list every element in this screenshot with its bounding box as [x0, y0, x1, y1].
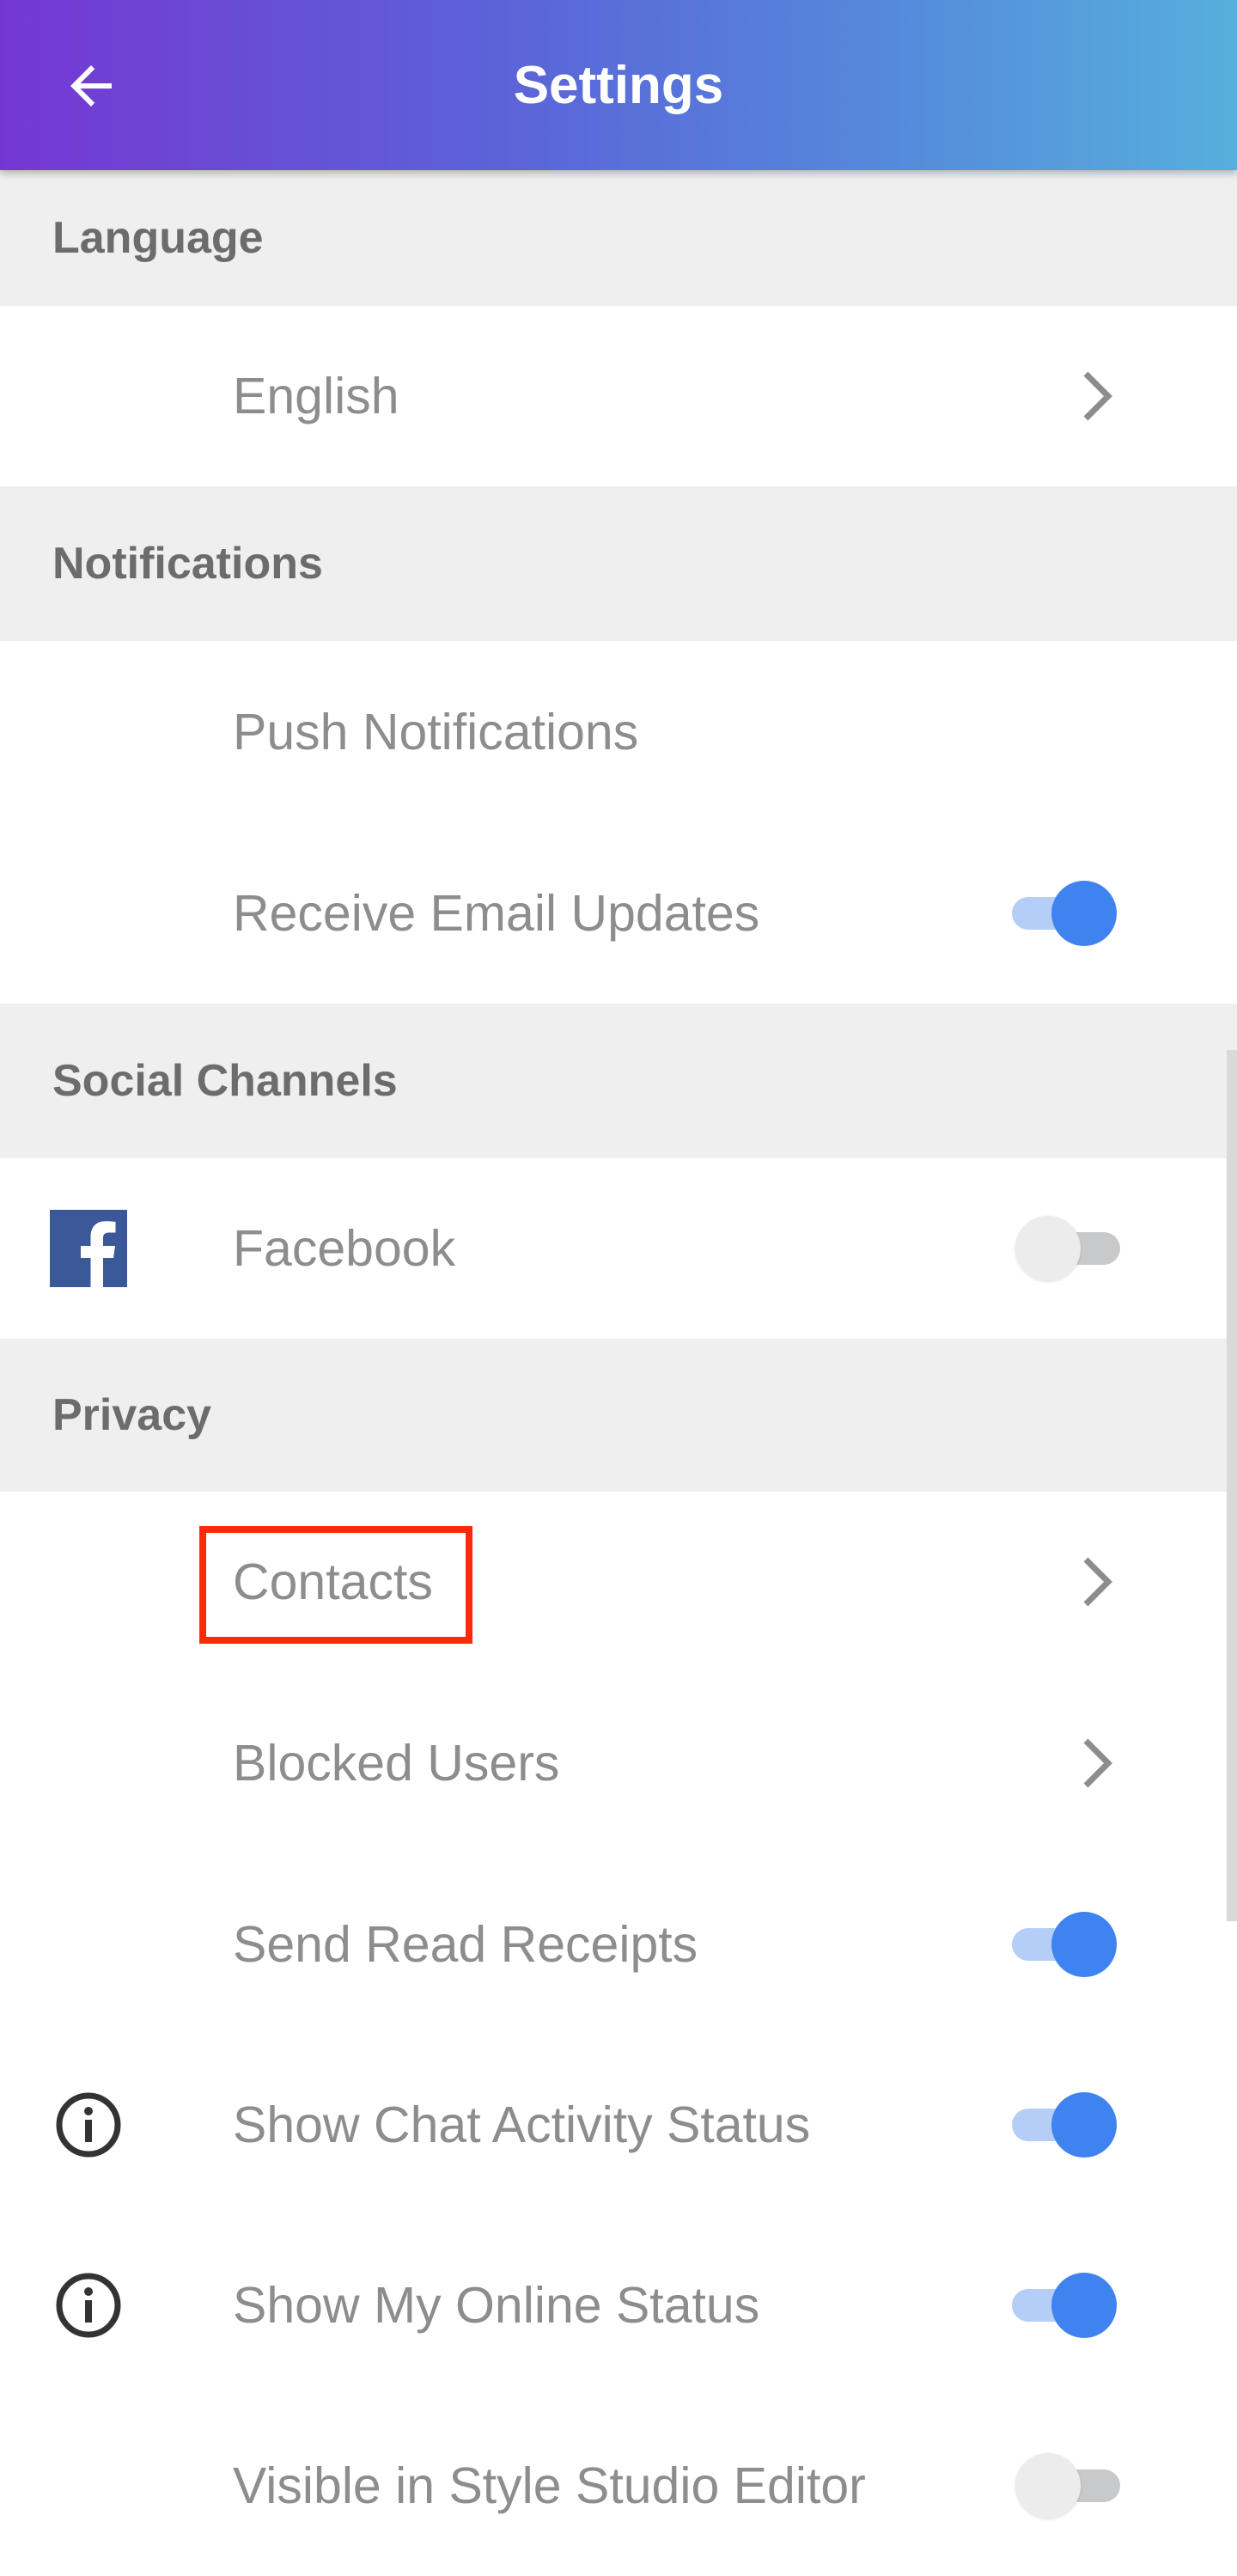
page-title: Settings — [513, 55, 724, 115]
row-language-english[interactable]: English — [0, 306, 1237, 486]
toggle-thumb — [1051, 1912, 1117, 1977]
chevron-right-icon — [1083, 1738, 1112, 1788]
row-label: Push Notifications — [233, 704, 639, 760]
row-label: Show Chat Activity Status — [233, 2097, 811, 2153]
row-receive-email-updates[interactable]: Receive Email Updates — [0, 823, 1237, 1004]
row-label: Visible in Style Studio Editor — [233, 2457, 866, 2514]
row-show-my-online-status[interactable]: Show My Online Status — [0, 2215, 1237, 2396]
back-button[interactable] — [50, 45, 132, 127]
row-label: English — [233, 368, 399, 424]
row-show-chat-activity-status[interactable]: Show Chat Activity Status — [0, 2035, 1237, 2215]
section-header-notifications: Notifications — [0, 486, 1237, 641]
toggle-thumb — [1051, 2092, 1117, 2158]
facebook-toggle[interactable] — [1015, 1216, 1127, 1281]
row-label: Receive Email Updates — [233, 885, 760, 942]
row-facebook[interactable]: Facebook — [0, 1158, 1237, 1339]
toggle-thumb — [1015, 2453, 1081, 2518]
style-studio-visibility-toggle[interactable] — [1015, 2453, 1127, 2518]
info-icon[interactable] — [50, 2086, 127, 2164]
facebook-icon — [50, 1210, 127, 1287]
chevron-right-icon — [1083, 371, 1112, 421]
email-updates-toggle[interactable] — [1005, 881, 1117, 946]
read-receipts-toggle[interactable] — [1005, 1912, 1117, 1977]
section-header-social-channels: Social Channels — [0, 1004, 1237, 1158]
row-push-notifications[interactable]: Push Notifications — [0, 641, 1237, 823]
online-status-toggle[interactable] — [1005, 2273, 1117, 2338]
chevron-right-icon — [1083, 1557, 1112, 1607]
row-label: Blocked Users — [233, 1735, 560, 1792]
row-label: Send Read Receipts — [233, 1916, 698, 1973]
app-bar: Settings — [0, 0, 1237, 170]
toggle-thumb — [1015, 1216, 1081, 1281]
row-label: Show My Online Status — [233, 2277, 760, 2334]
row-contacts[interactable]: Contacts — [0, 1492, 1237, 1672]
highlight-box — [199, 1526, 472, 1644]
row-blocked-users[interactable]: Blocked Users — [0, 1672, 1237, 1854]
chat-activity-status-toggle[interactable] — [1005, 2092, 1117, 2158]
row-label: Facebook — [233, 1220, 456, 1277]
toggle-thumb — [1051, 2273, 1117, 2338]
row-visible-in-style-studio-editor[interactable]: Visible in Style Studio Editor — [0, 2396, 1237, 2554]
info-icon[interactable] — [50, 2267, 127, 2344]
section-header-language: Language — [0, 170, 1237, 306]
toggle-thumb — [1051, 881, 1117, 946]
arrow-left-icon — [70, 65, 112, 107]
scrollbar[interactable] — [1227, 1050, 1237, 1921]
row-send-read-receipts[interactable]: Send Read Receipts — [0, 1854, 1237, 2035]
section-header-privacy: Privacy — [0, 1339, 1237, 1492]
